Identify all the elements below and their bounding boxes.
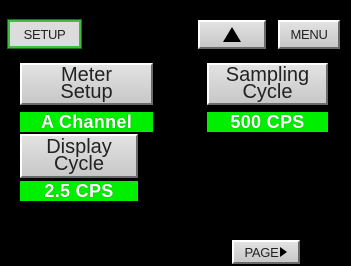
page-label: PAGE <box>244 244 279 260</box>
display-cycle-label-line2: Cycle <box>53 153 104 175</box>
setup-screen: SETUP MENU Meter Setup A Channel Samplin… <box>0 0 351 266</box>
sampling-cycle-label-line2: Cycle <box>242 81 293 103</box>
sampling-cycle-button[interactable]: Sampling Cycle <box>207 63 328 105</box>
display-cycle-button[interactable]: Display Cycle <box>20 134 138 178</box>
page-button[interactable]: PAGE <box>232 240 300 264</box>
display-cycle-value: 2.5 CPS <box>20 181 138 201</box>
sampling-cycle-value: 500 CPS <box>207 112 328 132</box>
up-triangle-icon <box>223 27 241 42</box>
menu-label: MENU <box>290 27 328 42</box>
setup-button[interactable]: SETUP <box>7 19 82 49</box>
up-button[interactable] <box>198 20 266 49</box>
menu-button[interactable]: MENU <box>278 20 340 49</box>
meter-setup-label-line2: Setup <box>60 81 113 103</box>
meter-setup-value: A Channel <box>20 112 153 132</box>
right-arrow-icon <box>280 247 288 257</box>
setup-label: SETUP <box>23 26 66 42</box>
meter-setup-button[interactable]: Meter Setup <box>20 63 153 105</box>
